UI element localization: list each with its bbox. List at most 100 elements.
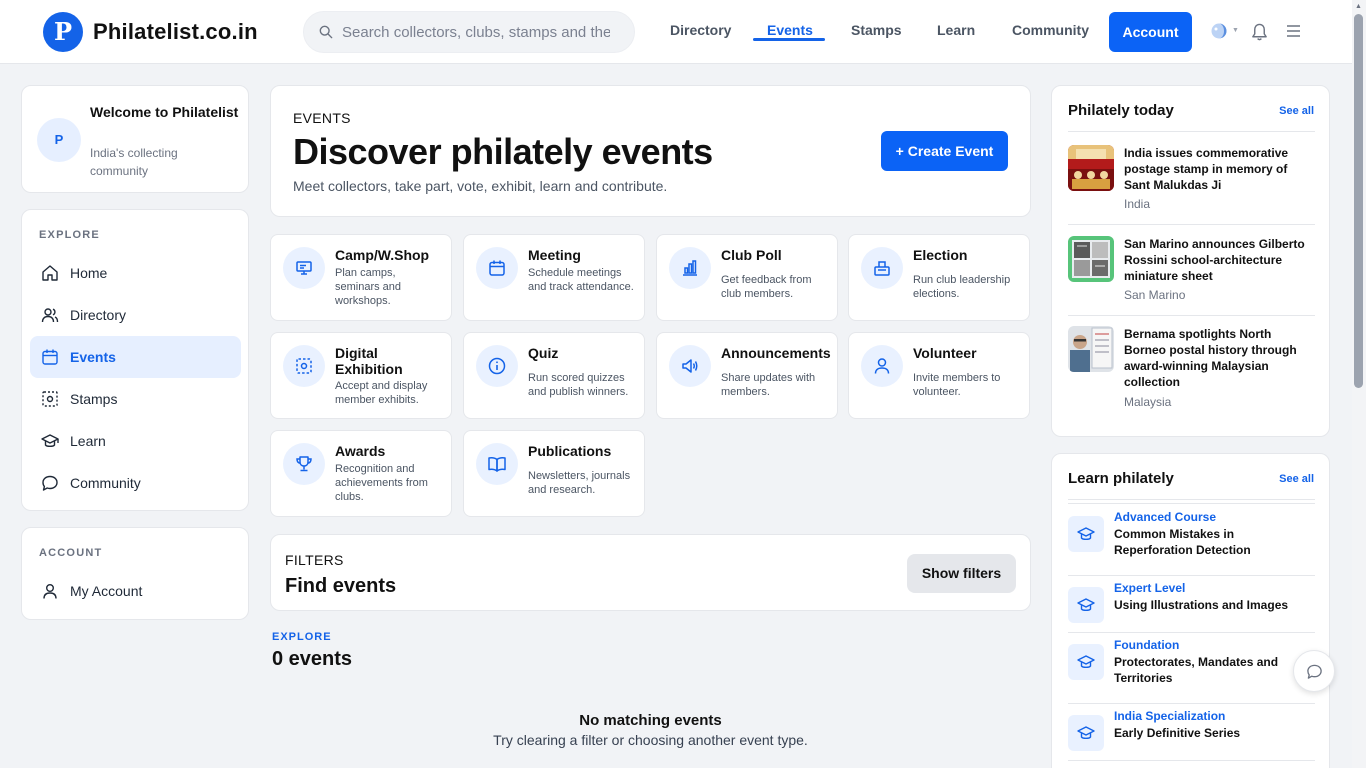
search-input[interactable] bbox=[342, 22, 610, 42]
nav-learn[interactable]: Learn bbox=[937, 22, 975, 38]
lesson-item[interactable]: India Specialization Early Definitive Se… bbox=[1068, 709, 1315, 755]
divider bbox=[1068, 575, 1315, 576]
empty-state-title: No matching events bbox=[579, 712, 722, 729]
nav-events[interactable]: Events bbox=[767, 22, 813, 38]
event-type-description: Schedule meetings and track attendance. bbox=[528, 267, 634, 293]
page-title: Discover philately events bbox=[293, 131, 713, 172]
event-type-description: Accept and display member exhibits. bbox=[335, 380, 428, 406]
event-type-camp-workshop[interactable]: Camp/W.Shop Plan camps, seminars and wor… bbox=[270, 234, 452, 321]
sidebar-item-stamps[interactable]: Stamps bbox=[30, 378, 241, 420]
sidebar-item-learn[interactable]: Learn bbox=[30, 420, 241, 462]
event-type-meeting[interactable]: Meeting Schedule meetings and track atte… bbox=[463, 234, 645, 321]
nav-active-indicator bbox=[753, 38, 825, 41]
lesson-level: Advanced Course bbox=[1114, 510, 1217, 524]
lesson-title[interactable]: Using Illustrations and Images bbox=[1114, 597, 1304, 613]
sidebar-item-community[interactable]: Community bbox=[30, 462, 241, 504]
nav-stamps[interactable]: Stamps bbox=[851, 22, 902, 38]
info-icon bbox=[488, 357, 506, 375]
sidebar-item-label: Community bbox=[70, 475, 141, 491]
welcome-card: P Welcome to Philatelist India's collect… bbox=[21, 85, 249, 193]
news-item[interactable]: Bernama spotlights North Borneo postal h… bbox=[1068, 326, 1315, 412]
see-all-link[interactable]: See all bbox=[1279, 105, 1314, 117]
news-thumbnail[interactable] bbox=[1068, 145, 1114, 191]
event-type-title: Meeting bbox=[528, 247, 581, 263]
calendar-icon bbox=[42, 349, 58, 365]
chevron-down-icon[interactable]: ▼ bbox=[1232, 27, 1239, 34]
bar-chart-icon bbox=[683, 260, 697, 276]
sidebar-item-events[interactable]: Events bbox=[30, 336, 241, 378]
event-type-election[interactable]: Election Run club leadership elections. bbox=[848, 234, 1030, 321]
brand-logo-icon[interactable]: P bbox=[43, 12, 83, 52]
event-type-digital-exhibition[interactable]: Digital Exhibition Accept and display me… bbox=[270, 332, 452, 419]
nav-directory[interactable]: Directory bbox=[670, 22, 731, 38]
sidebar-section-label: ACCOUNT bbox=[39, 547, 103, 559]
news-thumbnail[interactable] bbox=[1068, 326, 1114, 372]
theme-toggle-icon[interactable] bbox=[1211, 23, 1227, 39]
filters-panel: FILTERS Find events Show filters bbox=[270, 534, 1031, 611]
sidebar-item-label: My Account bbox=[70, 583, 143, 599]
lesson-level: Foundation bbox=[1114, 638, 1180, 652]
event-type-club-poll[interactable]: Club Poll Get feedback from club members… bbox=[656, 234, 838, 321]
lesson-title[interactable]: Protectorates, Mandates and Territories bbox=[1114, 654, 1304, 686]
brand-name[interactable]: Philatelist.co.in bbox=[93, 19, 258, 45]
divider bbox=[1068, 503, 1315, 504]
event-type-awards[interactable]: Awards Recognition and achievements from… bbox=[270, 430, 452, 517]
news-location: India bbox=[1124, 197, 1151, 211]
event-type-title: Announcements bbox=[721, 345, 831, 361]
scroll-up-arrow-icon[interactable]: ▲ bbox=[1355, 3, 1362, 10]
graduation-cap-icon bbox=[1077, 655, 1095, 669]
sidebar-item-home[interactable]: Home bbox=[30, 252, 241, 294]
lesson-title[interactable]: Common Mistakes in Reperforation Detecti… bbox=[1114, 526, 1304, 558]
news-thumbnail[interactable] bbox=[1068, 236, 1114, 282]
see-all-link[interactable]: See all bbox=[1279, 473, 1314, 485]
news-title[interactable]: India issues commemorative postage stamp… bbox=[1124, 145, 1309, 193]
lesson-level: Expert Level bbox=[1114, 581, 1186, 595]
top-navigation-bar: P Philatelist.co.in Directory Events Sta… bbox=[0, 0, 1366, 64]
create-event-button[interactable]: + Create Event bbox=[881, 131, 1008, 171]
news-item[interactable]: San Marino announces Gilberto Rossini sc… bbox=[1068, 236, 1315, 306]
sidebar-item-my-account[interactable]: My Account bbox=[30, 570, 241, 612]
divider bbox=[1068, 224, 1315, 225]
news-title[interactable]: Bernama spotlights North Borneo postal h… bbox=[1124, 326, 1309, 390]
sidebar-item-label: Directory bbox=[70, 307, 127, 323]
calendar-icon bbox=[489, 260, 505, 276]
bell-icon[interactable] bbox=[1250, 22, 1269, 42]
chat-button[interactable] bbox=[1293, 650, 1335, 692]
events-count: 0 events bbox=[272, 648, 353, 670]
avatar[interactable]: P bbox=[37, 118, 81, 162]
event-type-title: Club Poll bbox=[721, 247, 782, 263]
event-type-description: Newsletters, journals and research. bbox=[528, 470, 631, 496]
person-icon bbox=[874, 358, 890, 374]
search-box[interactable] bbox=[303, 11, 635, 53]
lesson-title[interactable]: Early Definitive Series bbox=[1114, 725, 1304, 741]
event-type-title: Volunteer bbox=[913, 345, 977, 361]
hero-eyebrow: EVENTS bbox=[293, 110, 351, 126]
news-item[interactable]: India issues commemorative postage stamp… bbox=[1068, 145, 1315, 215]
results-eyebrow: EXPLORE bbox=[272, 631, 332, 643]
event-type-quiz[interactable]: Quiz Run scored quizzes and publish winn… bbox=[463, 332, 645, 419]
event-type-publications[interactable]: Publications Newsletters, journals and r… bbox=[463, 430, 645, 517]
lesson-item[interactable]: Expert Level Using Illustrations and Ima… bbox=[1068, 581, 1315, 627]
lesson-item[interactable]: Advanced Course Common Mistakes in Reper… bbox=[1068, 510, 1315, 566]
divider bbox=[1068, 131, 1315, 132]
welcome-subtitle: India's collecting community bbox=[90, 146, 178, 178]
scrollbar-thumb[interactable] bbox=[1354, 14, 1363, 388]
stamp-icon bbox=[42, 391, 58, 407]
event-type-announcements[interactable]: Announcements Share updates with members… bbox=[656, 332, 838, 419]
show-filters-button[interactable]: Show filters bbox=[907, 554, 1016, 593]
nav-community[interactable]: Community bbox=[1012, 22, 1089, 38]
lesson-item[interactable]: Foundation Protectorates, Mandates and T… bbox=[1068, 638, 1315, 694]
news-title[interactable]: San Marino announces Gilberto Rossini sc… bbox=[1124, 236, 1309, 284]
home-icon bbox=[42, 265, 58, 281]
menu-icon[interactable] bbox=[1286, 24, 1301, 38]
filters-eyebrow: FILTERS bbox=[285, 552, 344, 568]
event-type-description: Share updates with members. bbox=[721, 372, 816, 398]
sidebar-item-label: Events bbox=[70, 349, 116, 365]
chat-bubble-icon bbox=[42, 475, 58, 491]
account-button[interactable]: Account bbox=[1109, 12, 1192, 52]
sidebar-item-directory[interactable]: Directory bbox=[30, 294, 241, 336]
event-type-title: Publications bbox=[528, 443, 612, 459]
event-type-description: Plan camps, seminars and workshops. bbox=[335, 267, 402, 307]
event-type-volunteer[interactable]: Volunteer Invite members to volunteer. bbox=[848, 332, 1030, 419]
event-type-description: Run club leadership elections. bbox=[913, 274, 1011, 300]
